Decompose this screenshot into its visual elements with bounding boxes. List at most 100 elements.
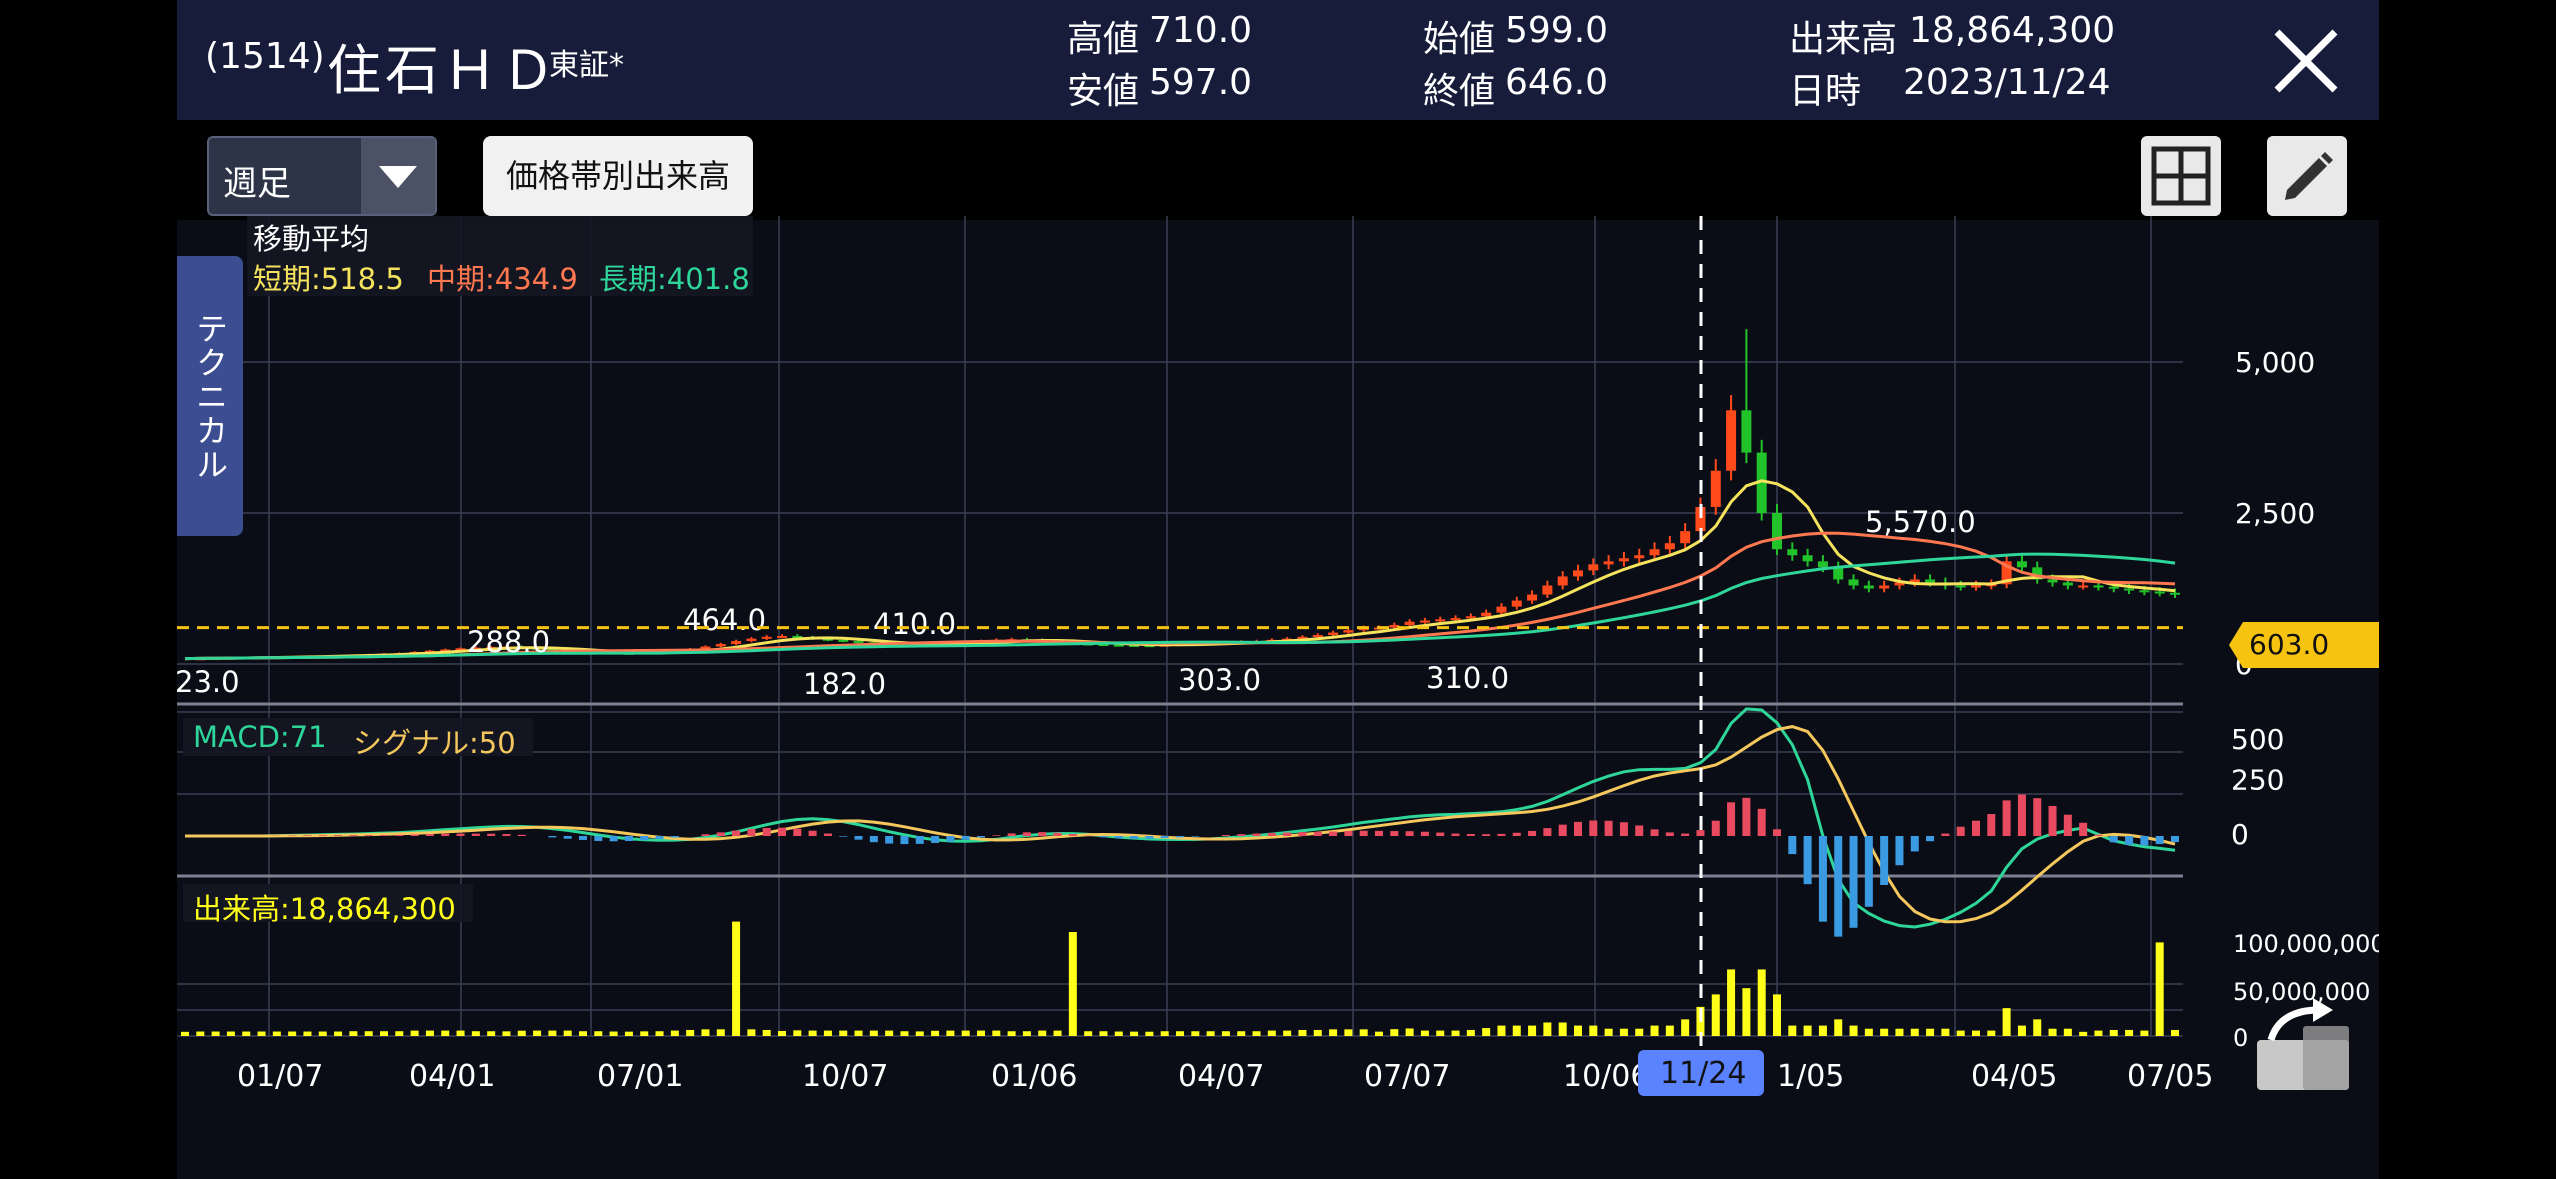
volume-bar xyxy=(533,1030,542,1036)
macd-histogram-bar xyxy=(1742,797,1751,836)
macd-histogram-bar xyxy=(716,832,725,836)
candle-body xyxy=(1404,621,1415,625)
volume-bar xyxy=(364,1031,373,1036)
volume-bar xyxy=(1864,1028,1873,1036)
volume-bar xyxy=(2002,1008,2011,1036)
volume-bar xyxy=(1987,1030,1996,1036)
volume-bar xyxy=(1114,1031,1123,1036)
grid-layout-icon[interactable] xyxy=(2141,136,2221,216)
volume-bar xyxy=(226,1031,235,1036)
volume-profile-button[interactable]: 価格帯別出来高 xyxy=(483,136,753,216)
date-tick-label: 07/05 xyxy=(2127,1059,2213,1094)
price-annotation: 303.0 xyxy=(1178,663,1261,697)
candle-body xyxy=(1955,585,1966,588)
candle-body xyxy=(777,635,787,638)
period-select[interactable]: 週足 xyxy=(207,136,437,216)
date-tick-label: 01/07 xyxy=(237,1059,323,1094)
volume-bar xyxy=(380,1031,388,1036)
high-value: 710.0 xyxy=(1149,10,1253,51)
volume-bar xyxy=(869,1030,878,1036)
volume-bar xyxy=(839,1030,848,1036)
macd-histogram-bar xyxy=(793,828,802,836)
macd-histogram-bar xyxy=(1543,828,1552,836)
stock-name: 住石ＨＤ xyxy=(327,39,559,102)
macd-histogram-bar xyxy=(2140,836,2149,846)
volume-bar xyxy=(1375,1031,1383,1036)
macd-histogram-bar xyxy=(471,833,480,836)
macd-histogram-bar xyxy=(1068,834,1077,836)
volume-bar xyxy=(502,1031,511,1036)
price-annotation: 23.0 xyxy=(177,665,240,699)
volume-bar xyxy=(1512,1025,1521,1036)
macd-histogram-bar xyxy=(487,833,496,836)
macd-histogram-bar xyxy=(1834,836,1843,937)
candle-body xyxy=(1435,619,1446,622)
macd-histogram-bar xyxy=(1420,831,1429,836)
volume-bar xyxy=(624,1031,633,1036)
macd-histogram-bar xyxy=(2171,836,2179,843)
candle-body xyxy=(1634,555,1645,559)
open-value: 599.0 xyxy=(1505,10,1609,51)
volume-bar xyxy=(334,1031,343,1036)
price-annotation: 182.0 xyxy=(803,667,886,701)
macd-histogram-bar xyxy=(1910,836,1919,852)
macd-histogram-bar xyxy=(1926,836,1935,842)
price-annotation: 464.0 xyxy=(683,603,766,637)
macd-histogram-bar xyxy=(1482,834,1491,836)
signal-label: シグナル:50 xyxy=(353,726,516,760)
date-tick-label: 01/06 xyxy=(991,1059,1077,1094)
chevron-down-icon xyxy=(361,138,435,214)
candle-body xyxy=(1588,564,1599,571)
macd-histogram-bar xyxy=(1681,833,1690,836)
candle-body xyxy=(838,639,849,642)
macd-histogram-bar xyxy=(334,835,343,836)
volume-bar xyxy=(1344,1029,1353,1036)
redo-icon[interactable] xyxy=(2253,996,2353,1092)
macd-histogram-bar xyxy=(1512,832,1521,836)
macd-histogram-bar xyxy=(701,834,710,836)
macd-histogram-bar xyxy=(1773,829,1781,836)
candle-body xyxy=(1802,555,1813,562)
stock-chart[interactable]: 0 2,500 5,000 5,570.0 288.0 464.0 410.0 23.0 18… xyxy=(177,216,2379,1096)
price-tick-label: 2,500 xyxy=(2235,497,2315,530)
candle-body xyxy=(1603,561,1614,565)
candle-body xyxy=(1833,567,1844,580)
macd-histogram-bar xyxy=(517,834,526,836)
macd-histogram-bar xyxy=(2079,822,2088,836)
macd-histogram-bar xyxy=(1558,824,1567,836)
volume-bar xyxy=(2140,1030,2149,1036)
volume-bar xyxy=(1084,1031,1093,1036)
volume-bar xyxy=(441,1030,450,1036)
volume-tick-label: 0 xyxy=(2233,1024,2248,1052)
volume-bar xyxy=(303,1031,312,1036)
volume-bar xyxy=(548,1030,557,1036)
chart-toolbar: 週足 価格帯別出来高 xyxy=(177,120,2379,220)
candle-body xyxy=(1312,635,1323,638)
volume-bar xyxy=(961,1030,970,1036)
volume-bar xyxy=(349,1031,358,1036)
price-tick-label: 5,000 xyxy=(2235,346,2315,379)
pencil-icon[interactable] xyxy=(2267,136,2347,216)
open-label: 始値 xyxy=(1423,19,1496,60)
macd-histogram-bar xyxy=(1604,820,1613,836)
technical-tab[interactable]: テクニカル xyxy=(177,256,243,536)
candle-body xyxy=(1419,620,1430,623)
macd-histogram-bar xyxy=(823,833,832,836)
volume-bar xyxy=(609,1031,618,1036)
volume-bar xyxy=(2109,1029,2118,1036)
volume-bar xyxy=(257,1031,266,1036)
volume-bar xyxy=(670,1030,679,1036)
macd-histogram-bar xyxy=(502,834,511,836)
volume-bar xyxy=(1145,1031,1154,1036)
date-tick-label: 04/01 xyxy=(409,1059,495,1094)
macd-histogram-bar xyxy=(563,836,572,839)
volume-bar xyxy=(1038,1030,1047,1036)
volume-bar xyxy=(1420,1030,1429,1036)
macd-histogram-bar xyxy=(1880,836,1889,886)
close-icon[interactable] xyxy=(2271,26,2341,96)
candle-body xyxy=(1496,606,1507,613)
volume-bar xyxy=(1206,1031,1215,1036)
macd-histogram-bar xyxy=(1574,821,1582,836)
volume-bar xyxy=(1130,1031,1139,1036)
macd-histogram-bar xyxy=(992,835,1001,836)
